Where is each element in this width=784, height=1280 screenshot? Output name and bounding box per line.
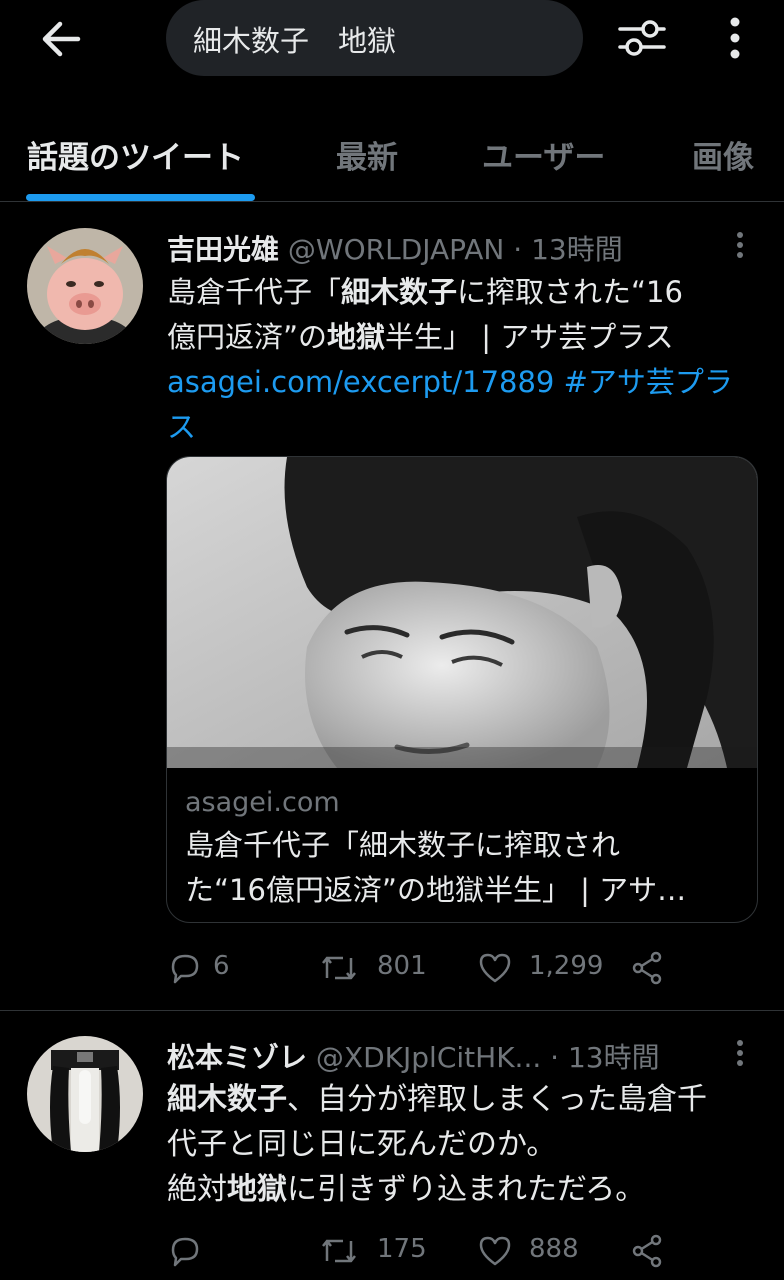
tweet[interactable]: 松本ミゾレ @XDKJplCitHK... · 13時間 細木数子、自分が搾取し…: [0, 1011, 784, 1280]
hashtag-link[interactable]: #アサ芸プラ: [554, 365, 733, 399]
tweet-timestamp[interactable]: · 13時間: [550, 1041, 659, 1074]
tweet-text: 島倉千代子「細木数子に搾取された“16 億円返済”の地獄半生」 | アサ芸プラス…: [167, 275, 733, 444]
tweet-more-icon[interactable]: [728, 1038, 752, 1068]
reply-icon: [171, 1237, 199, 1267]
top-bar: 細木数子 地獄: [0, 0, 784, 82]
card-domain: asagei.com: [185, 787, 340, 818]
reply-button[interactable]: 6: [167, 946, 277, 990]
link-preview-card[interactable]: asagei.com 島倉千代子「細木数子に搾取され た“16億円返済”の地獄半…: [166, 456, 758, 923]
tweet-text: 細木数子、自分が搾取しまくった島倉千 代子と同じ日に死んだのか。 絶対地獄に引き…: [167, 1082, 707, 1207]
retweet-button[interactable]: 175: [319, 1229, 449, 1273]
share-button[interactable]: [629, 1229, 669, 1273]
heart-icon: [479, 1236, 511, 1266]
tweet-timestamp[interactable]: · 13時間: [513, 233, 622, 266]
search-tabs: 話題のツイート 最新 ユーザー 画像: [0, 112, 784, 202]
like-count: 1,299: [529, 951, 604, 981]
search-input[interactable]: 細木数子 地獄: [166, 0, 583, 76]
retweet-count: 175: [377, 1234, 427, 1264]
avatar[interactable]: [27, 228, 143, 344]
card-title: 島倉千代子「細木数子に搾取され た“16億円返済”の地獄半生」 | アサ…: [185, 828, 687, 907]
hashtag-link-continued[interactable]: ス: [167, 410, 196, 444]
search-query: 細木数子 地獄: [193, 24, 397, 58]
share-button[interactable]: [629, 946, 669, 990]
reply-count: 6: [213, 951, 230, 981]
like-count: 888: [529, 1234, 579, 1264]
search-filter-icon[interactable]: [616, 14, 668, 62]
reply-button[interactable]: [167, 1229, 277, 1273]
back-arrow-icon[interactable]: [38, 18, 84, 60]
like-button[interactable]: 888: [477, 1229, 627, 1273]
heart-icon: [479, 953, 511, 983]
share-icon: [632, 1234, 662, 1268]
reply-icon: [171, 954, 199, 984]
share-icon: [632, 951, 662, 985]
like-button[interactable]: 1,299: [477, 946, 627, 990]
more-options-icon[interactable]: [718, 14, 752, 62]
tab-top-tweets[interactable]: 話題のツイート: [27, 132, 244, 177]
tab-users[interactable]: ユーザー: [482, 132, 605, 177]
retweet-icon: [322, 956, 356, 980]
avatar[interactable]: [27, 1036, 143, 1152]
tweet[interactable]: 吉田光雄 @WORLDJAPAN · 13時間 島倉千代子「細木数子に搾取された…: [0, 202, 784, 1010]
display-name[interactable]: 松本ミゾレ: [167, 1041, 307, 1074]
display-name[interactable]: 吉田光雄: [167, 233, 279, 266]
tab-images[interactable]: 画像: [692, 132, 754, 177]
tab-latest[interactable]: 最新: [336, 132, 398, 177]
tweet-link[interactable]: asagei.com/excerpt/17889: [167, 365, 554, 399]
user-handle[interactable]: @XDKJplCitHK...: [316, 1041, 541, 1074]
card-image: [167, 457, 757, 768]
tweet-header: 松本ミゾレ @XDKJplCitHK... · 13時間: [167, 1036, 660, 1076]
tweet-actions: 175 888: [167, 1229, 767, 1273]
tweet-actions: 6 801 1,299: [167, 946, 767, 990]
retweet-count: 801: [377, 951, 427, 981]
user-handle[interactable]: @WORLDJAPAN: [288, 233, 504, 266]
retweet-button[interactable]: 801: [319, 946, 449, 990]
tweet-header: 吉田光雄 @WORLDJAPAN · 13時間: [167, 228, 623, 268]
tweet-more-icon[interactable]: [728, 230, 752, 260]
retweet-icon: [322, 1239, 356, 1263]
active-tab-indicator: [26, 194, 255, 201]
